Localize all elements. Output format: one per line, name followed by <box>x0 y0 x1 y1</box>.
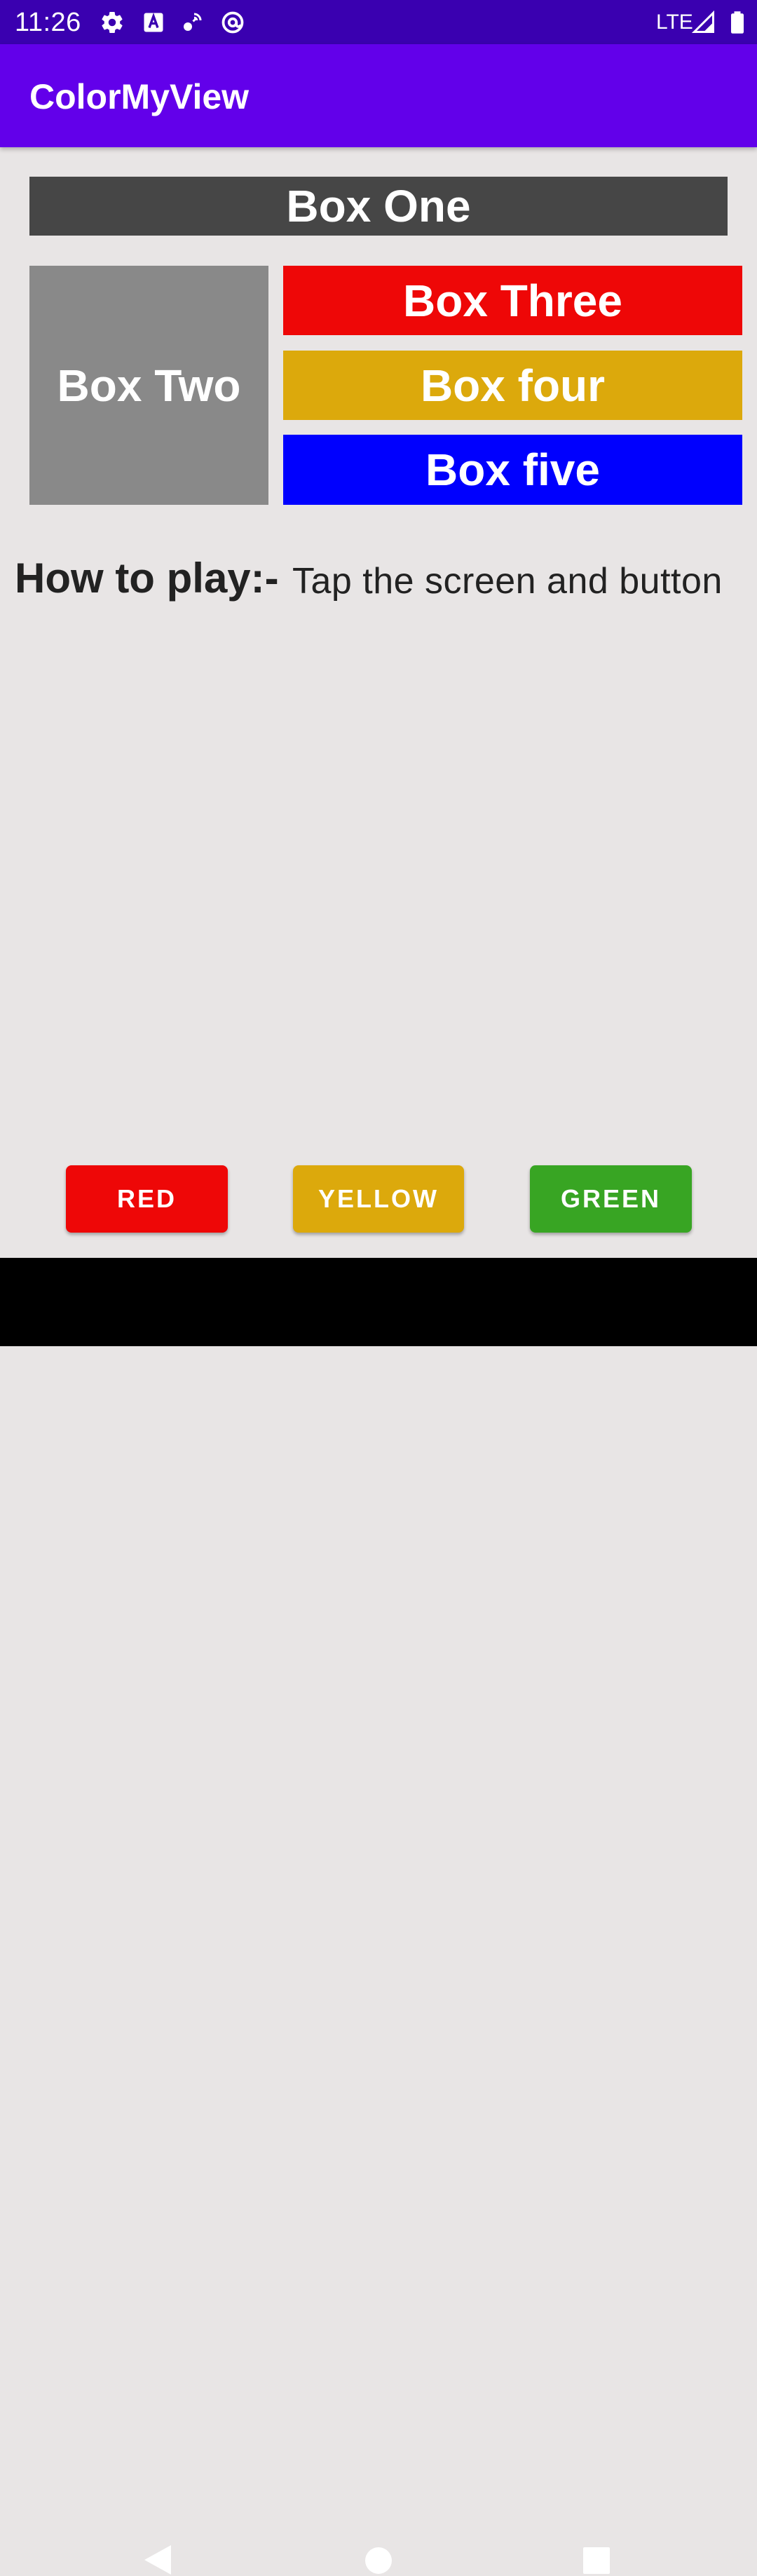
box-three[interactable]: Box Three <box>283 266 742 335</box>
home-icon[interactable] <box>364 2547 393 2575</box>
network-type-label: LTE <box>656 11 693 34</box>
battery-icon <box>731 11 744 34</box>
box-one[interactable]: Box One <box>29 177 728 236</box>
box-two[interactable]: Box Two <box>29 266 268 505</box>
how-to-play-label: How to play:- <box>15 555 279 602</box>
box-five[interactable]: Box five <box>283 435 742 505</box>
app-title: ColorMyView <box>29 77 250 116</box>
recents-icon[interactable] <box>582 2547 611 2575</box>
yellow-button[interactable]: YELLOW <box>293 1165 464 1233</box>
navigation-bar <box>0 1258 757 2575</box>
satellite-icon <box>184 13 202 31</box>
box-four[interactable]: Box four <box>283 351 742 420</box>
a-badge-icon <box>144 13 163 32</box>
status-time: 11:26 <box>15 8 81 37</box>
red-button[interactable]: RED <box>66 1165 228 1233</box>
status-bar: 11:26 LTE <box>0 0 757 44</box>
how-to-play-text: Tap the screen and button <box>292 561 723 602</box>
green-button[interactable]: GREEN <box>530 1165 692 1233</box>
app-bar: ColorMyView <box>0 44 757 147</box>
back-icon[interactable] <box>143 2544 172 2576</box>
signal-icon <box>691 10 714 33</box>
gear-icon <box>102 12 123 34</box>
at-icon <box>221 11 244 34</box>
